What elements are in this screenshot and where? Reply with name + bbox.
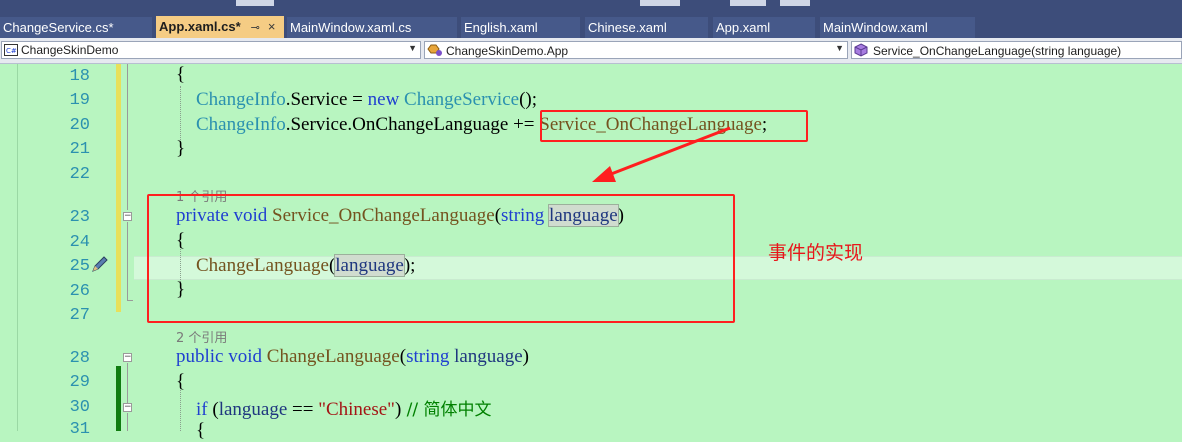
method-name: ChangeLanguage — [266, 346, 400, 367]
document-tab-bar: ChangeService.cs* App.xaml.cs* ⊸ × MainWin… — [0, 9, 1182, 38]
line-number: 25 — [69, 257, 90, 276]
margin-edge — [17, 64, 18, 431]
type-dropdown[interactable]: ChangeSkinDemo.App ▼ — [424, 41, 848, 59]
navigation-bar: C# ChangeSkinDemo ▼ ChangeSkinDemo.App ▼ … — [0, 38, 1182, 64]
line-number: 28 — [69, 349, 90, 368]
method-icon — [854, 43, 870, 58]
indent-guide — [180, 390, 181, 431]
code-line-21[interactable]: } — [176, 138, 185, 160]
tab-label: English.xaml — [464, 20, 538, 35]
close-icon[interactable]: × — [268, 19, 276, 34]
csharp-project-icon: C# — [4, 44, 18, 58]
punctuation: ) — [522, 346, 529, 367]
tab-label: ChangeService.cs* — [3, 20, 114, 35]
line-number: 19 — [69, 91, 90, 110]
outline-end — [127, 300, 133, 301]
line-number: 22 — [69, 165, 90, 184]
codelens-references[interactable]: 2 个引用 — [176, 327, 227, 346]
line-number: 31 — [69, 420, 90, 439]
annotation-arrow — [592, 126, 731, 182]
outline-line — [127, 413, 128, 431]
toolbar-fragment — [730, 0, 766, 6]
tab-english-xaml[interactable]: English.xaml — [461, 17, 580, 38]
keyword: if — [196, 399, 208, 420]
line-number: 30 — [69, 398, 90, 417]
chevron-down-icon[interactable]: ▼ — [408, 43, 417, 53]
line-number: 29 — [69, 373, 90, 392]
chevron-down-icon[interactable]: ▼ — [835, 43, 844, 53]
member-name: Service_OnChangeLanguage(string language… — [873, 44, 1122, 58]
annotation-label: 事件的实现 — [768, 242, 864, 264]
comment: // 简体中文 — [401, 400, 492, 420]
code-line-19[interactable]: ChangeInfo.Service = new ChangeService()… — [196, 89, 537, 111]
brace: { — [176, 64, 186, 85]
tab-changeservice-cs[interactable]: ChangeService.cs* — [0, 17, 152, 38]
line-number: 18 — [69, 67, 90, 86]
brace: } — [176, 138, 186, 159]
type-name: ChangeService — [404, 89, 520, 110]
tab-label: MainWindow.xaml — [823, 20, 928, 35]
operator: == — [287, 399, 319, 420]
tab-app-xaml[interactable]: App.xaml — [713, 17, 815, 38]
punctuation: (); — [519, 89, 537, 110]
tab-label: App.xaml — [716, 20, 771, 35]
line-number: 21 — [69, 140, 90, 159]
keyword: string — [406, 346, 450, 367]
tab-app-xaml-cs[interactable]: App.xaml.cs* ⊸ × — [156, 16, 284, 38]
line-number: 23 — [69, 208, 90, 227]
tab-chinese-xaml[interactable]: Chinese.xaml — [585, 17, 708, 38]
svg-text:C#: C# — [6, 47, 17, 55]
toolbar-fragment — [640, 0, 680, 6]
keyword: public — [176, 346, 224, 367]
project-name: ChangeSkinDemo — [21, 43, 119, 57]
outline-line — [127, 222, 128, 300]
outline-line — [127, 363, 128, 403]
member-access: .Service.OnChangeLanguage += — [285, 114, 540, 135]
tab-mainwindow-xaml-cs[interactable]: MainWindow.xaml.cs — [287, 17, 457, 38]
parameter: language — [454, 346, 523, 367]
type-name: ChangeInfo — [196, 114, 286, 135]
change-tracking-bar — [116, 366, 121, 431]
quick-action-pencil-icon[interactable] — [90, 254, 110, 278]
parameter: language — [218, 399, 288, 420]
member-access: .Service = — [285, 89, 368, 110]
tab-mainwindow-xaml[interactable]: MainWindow.xaml — [820, 17, 975, 38]
class-icon — [427, 43, 443, 58]
member-dropdown[interactable]: Service_OnChangeLanguage(string language… — [851, 41, 1182, 59]
brace: { — [176, 371, 186, 392]
code-line-29[interactable]: { — [176, 371, 185, 393]
line-number: 26 — [69, 282, 90, 301]
code-line-28[interactable]: public void ChangeLanguage(string langua… — [176, 346, 529, 368]
string-literal: "Chinese" — [318, 399, 395, 420]
toolbar-fragment — [236, 0, 274, 6]
code-line-30[interactable]: if (language == "Chinese") // 简体中文 — [196, 395, 492, 421]
collapse-icon[interactable]: − — [123, 403, 132, 412]
tab-label: App.xaml.cs* — [159, 19, 241, 34]
annotation-box-handler — [147, 194, 735, 323]
collapse-icon[interactable]: − — [123, 353, 132, 362]
tab-label: MainWindow.xaml.cs — [290, 20, 412, 35]
type-name: ChangeSkinDemo.App — [446, 44, 569, 58]
line-number: 20 — [69, 116, 90, 135]
toolbar-fragment — [780, 0, 810, 6]
line-number: 27 — [69, 306, 90, 325]
project-dropdown[interactable]: C# ChangeSkinDemo ▼ — [1, 41, 421, 59]
change-tracking-bar-saved — [116, 64, 121, 312]
code-line-18[interactable]: { — [176, 64, 185, 86]
tab-label: Chinese.xaml — [588, 20, 667, 35]
title-strip — [0, 0, 1182, 9]
keyword: void — [228, 346, 263, 367]
keyword: new — [367, 89, 400, 110]
type-name: ChangeInfo — [196, 89, 286, 110]
pin-icon[interactable]: ⊸ — [251, 22, 260, 34]
outline-line — [127, 64, 128, 210]
collapse-icon[interactable]: − — [123, 212, 132, 221]
code-line-31[interactable]: { — [196, 420, 205, 442]
line-number: 24 — [69, 233, 90, 252]
